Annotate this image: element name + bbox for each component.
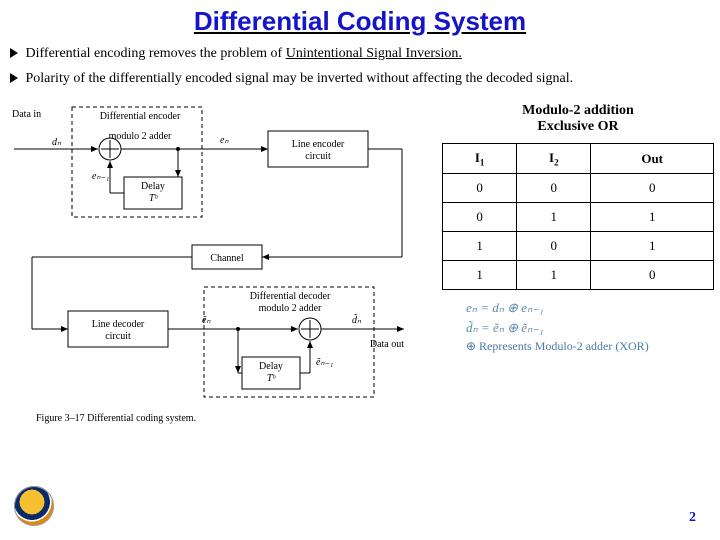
- svg-text:eₙ₋₁: eₙ₋₁: [92, 171, 109, 182]
- block-diagram: Differential encoder modulo 2 adder Data…: [6, 99, 436, 429]
- svg-text:Differential encoder: Differential encoder: [100, 111, 181, 122]
- svg-text:Data in: Data in: [12, 109, 41, 120]
- svg-text:Tᵇ: Tᵇ: [149, 193, 159, 204]
- institution-logo-icon: [14, 486, 54, 526]
- col-i2: I2: [517, 143, 591, 174]
- svg-text:Figure 3–17 Differential codi: Figure 3–17 Differential coding system.: [36, 413, 196, 424]
- formula-decode: d̃ₙ = ẽₙ ⊕ ẽₙ₋₁: [466, 318, 710, 338]
- bullet-2-text: Polarity of the differentially encoded s…: [26, 71, 574, 86]
- xor-note: ⊕ Represents Modulo-2 adder (XOR): [442, 337, 714, 354]
- svg-text:Line decoder: Line decoder: [92, 319, 145, 330]
- bullet-2: Polarity of the differentially encoded s…: [10, 70, 710, 89]
- bullet-list: Differential encoding removes the proble…: [0, 37, 720, 99]
- col-i1: I1: [443, 143, 517, 174]
- svg-text:ẽₙ₋₁: ẽₙ₋₁: [316, 357, 333, 368]
- col-out: Out: [591, 143, 714, 174]
- bullet-1: Differential encoding removes the proble…: [10, 45, 710, 64]
- formulas: eₙ = dₙ ⊕ eₙ₋₁ d̃ₙ = ẽₙ ⊕ ẽₙ₋₁: [442, 290, 714, 337]
- svg-text:Differential decoder: Differential decoder: [250, 291, 331, 302]
- table-row: 110: [443, 261, 714, 290]
- page-number: 2: [689, 510, 696, 526]
- bullet-1-text: Differential encoding removes the proble…: [26, 46, 286, 61]
- svg-text:Delay: Delay: [141, 181, 165, 192]
- svg-text:eₙ: eₙ: [220, 135, 229, 146]
- svg-text:circuit: circuit: [305, 151, 331, 162]
- svg-text:dₙ: dₙ: [52, 137, 62, 148]
- table-row: 101: [443, 232, 714, 261]
- xor-heading: Modulo-2 addition Exclusive OR: [442, 103, 714, 135]
- svg-text:Tᵇ: Tᵇ: [267, 373, 277, 384]
- table-row: 000: [443, 174, 714, 203]
- bullet-1-underline: Unintentional Signal Inversion.: [286, 46, 462, 61]
- side-panel: Modulo-2 addition Exclusive OR I1 I2 Out…: [442, 99, 714, 429]
- svg-text:d̃ₙ: d̃ₙ: [352, 313, 362, 326]
- svg-text:modulo 2 adder: modulo 2 adder: [109, 131, 172, 142]
- chevron-right-icon: [10, 48, 18, 58]
- svg-text:modulo 2 adder: modulo 2 adder: [259, 303, 322, 314]
- formula-encode: eₙ = dₙ ⊕ eₙ₋₁: [466, 298, 710, 318]
- svg-text:Data out: Data out: [370, 339, 404, 350]
- svg-text:circuit: circuit: [105, 331, 131, 342]
- svg-text:Line encoder: Line encoder: [292, 139, 345, 150]
- truth-table: I1 I2 Out 000 011 101 110: [442, 143, 714, 291]
- svg-text:Channel: Channel: [210, 253, 244, 264]
- chevron-right-icon: [10, 73, 18, 83]
- svg-text:Delay: Delay: [259, 361, 283, 372]
- svg-text:ẽₙ: ẽₙ: [202, 315, 211, 326]
- page-title: Differential Coding System: [0, 0, 720, 37]
- table-row: 011: [443, 203, 714, 232]
